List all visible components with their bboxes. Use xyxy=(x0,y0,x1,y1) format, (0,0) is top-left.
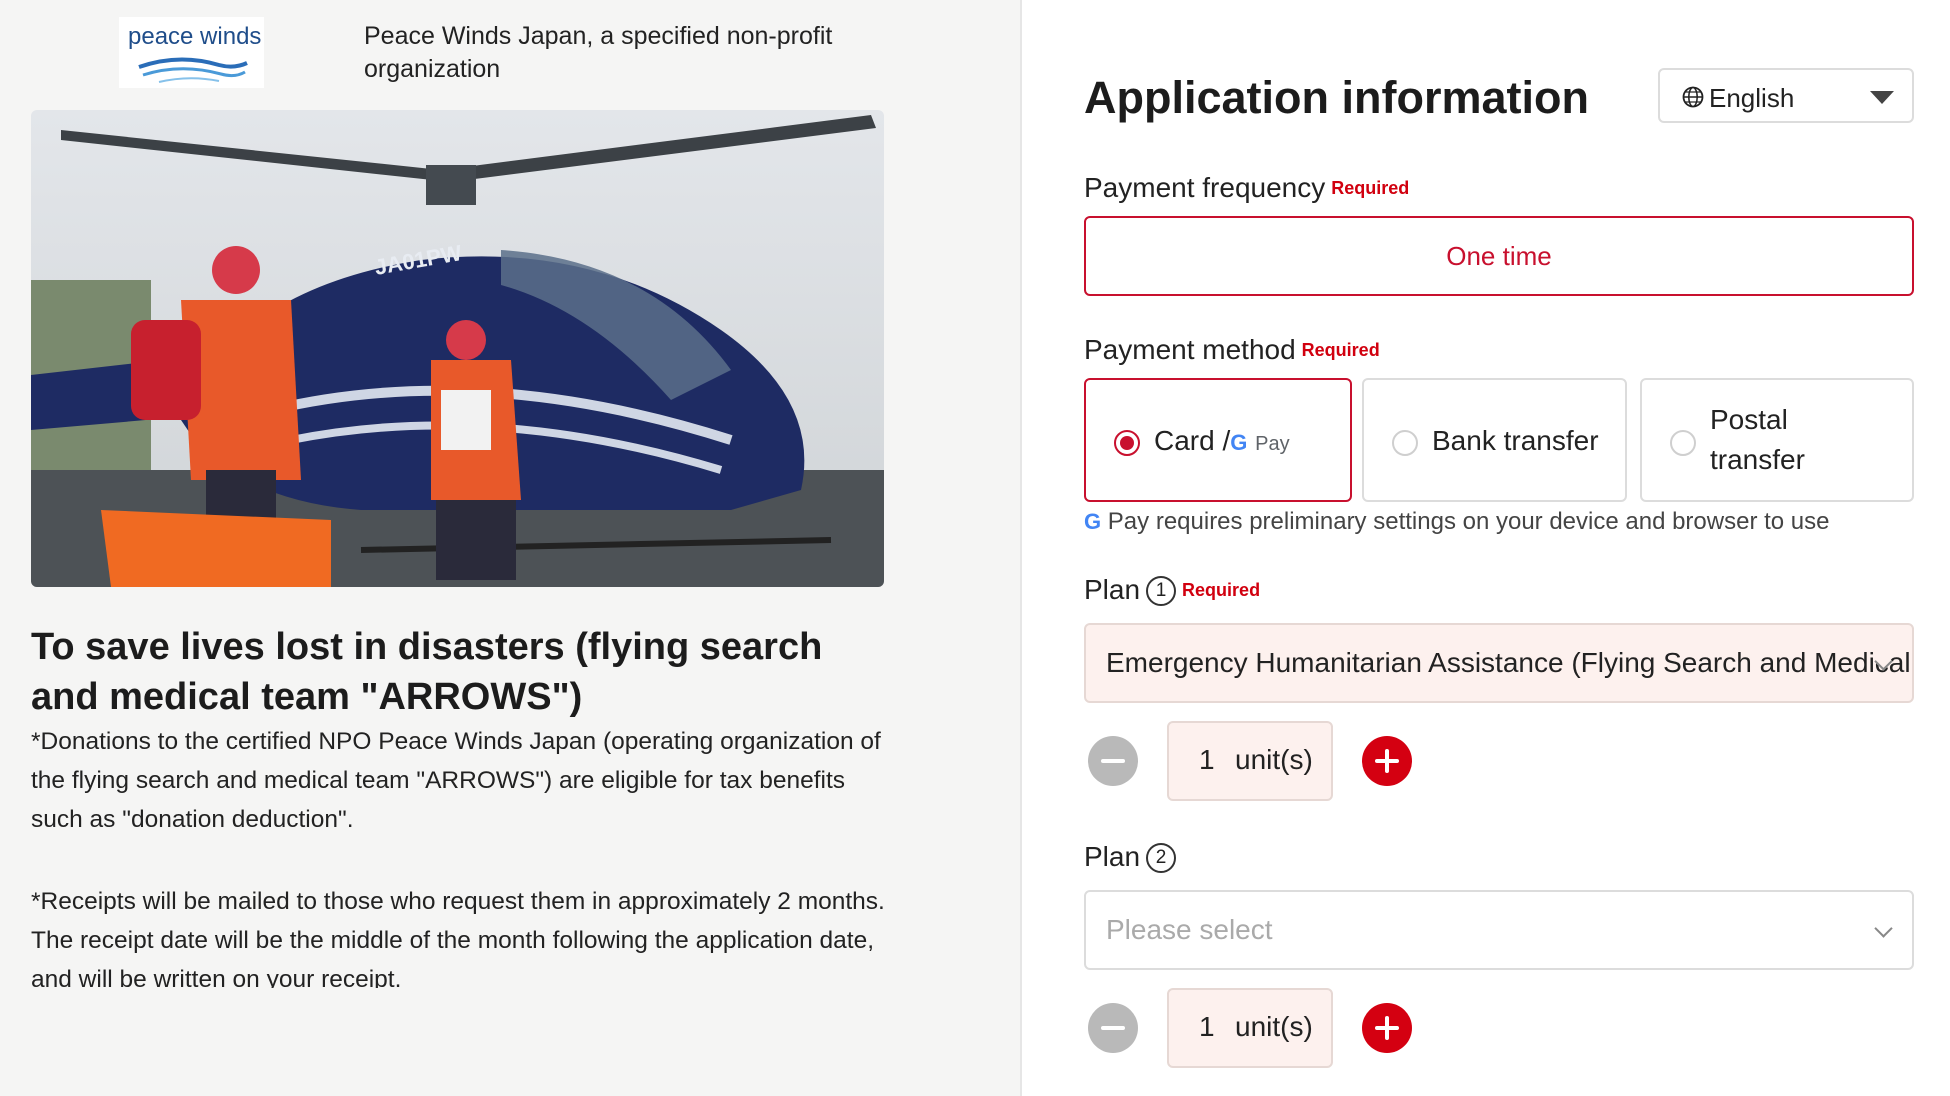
plan-1-quantity-input[interactable]: 1 unit(s) xyxy=(1167,721,1333,801)
chevron-down-icon xyxy=(1874,919,1893,938)
card-label-text: Card / xyxy=(1154,425,1231,456)
plan-1-increase-button[interactable] xyxy=(1362,736,1412,786)
payment-frequency-label: Payment frequency Required xyxy=(1084,172,1409,204)
payment-method-label-text: Payment method xyxy=(1084,334,1296,365)
peace-winds-logo: peace winds xyxy=(119,17,264,88)
payment-method-card-label: Card /G Pay xyxy=(1154,421,1290,464)
payment-method-postal-transfer[interactable]: Postal transfer xyxy=(1640,378,1914,502)
gpay-note: G Pay requires preliminary settings on y… xyxy=(1084,508,1829,536)
payment-frequency-label-text: Payment frequency xyxy=(1084,172,1326,203)
logo-waves-icon xyxy=(138,57,248,83)
radio-selected-icon[interactable] xyxy=(1114,430,1140,456)
plan-2-placeholder: Please select xyxy=(1106,914,1273,945)
gpay-note-text: Pay requires preliminary settings on you… xyxy=(1107,508,1830,535)
plan-2-quantity-unit: unit(s) xyxy=(1235,1011,1313,1042)
google-g-icon: G xyxy=(1084,509,1102,534)
payment-method-card[interactable]: Card /G Pay xyxy=(1084,378,1352,502)
plan-1-label: Plan 1 Required xyxy=(1084,574,1260,606)
plan-2-select[interactable]: Please select xyxy=(1084,890,1914,970)
org-name: Peace Winds Japan, a specified non-profi… xyxy=(364,22,833,83)
language-select[interactable]: English xyxy=(1658,68,1914,123)
language-label: English xyxy=(1709,83,1795,113)
plan-1-number: 1 xyxy=(1146,576,1177,606)
campaign-description-tax: *Donations to the certified NPO Peace Wi… xyxy=(31,728,881,833)
required-badge: Required xyxy=(1331,178,1410,198)
gpay-label: Pay xyxy=(1255,433,1290,455)
plan-2-number: 2 xyxy=(1146,843,1177,873)
plan-2-label: Plan 2 xyxy=(1084,841,1177,873)
globe-icon xyxy=(1682,86,1704,108)
plan-2-quantity-value: 1 xyxy=(1199,1011,1215,1042)
plan-2-increase-button[interactable] xyxy=(1362,1003,1412,1053)
google-g-icon: G xyxy=(1230,430,1248,455)
radio-unselected-icon[interactable] xyxy=(1392,430,1418,456)
plan-1-label-text: Plan xyxy=(1084,574,1141,605)
caret-down-icon xyxy=(1870,91,1894,104)
required-badge: Required xyxy=(1182,580,1261,600)
plan-1-decrease-button[interactable] xyxy=(1088,736,1138,786)
payment-frequency-one-time[interactable]: One time xyxy=(1084,216,1914,296)
plan-2-label-text: Plan xyxy=(1084,841,1141,872)
campaign-panel: peace winds Peace Winds Japan, a specifi… xyxy=(0,0,1022,1096)
application-form: Application information English Payment … xyxy=(1022,0,1950,1096)
plan-1-quantity-unit: unit(s) xyxy=(1235,744,1313,775)
page-title: Application information xyxy=(1084,72,1589,123)
campaign-description-receipts: *Receipts will be mailed to those who re… xyxy=(31,888,885,988)
radio-unselected-icon[interactable] xyxy=(1670,430,1696,456)
required-badge: Required xyxy=(1301,340,1380,360)
plan-2-decrease-button[interactable] xyxy=(1088,1003,1138,1053)
payment-method-bank-transfer[interactable]: Bank transfer xyxy=(1362,378,1627,502)
payment-method-label: Payment method Required xyxy=(1084,334,1380,366)
campaign-hero-image: JA01PW xyxy=(31,110,884,587)
postal-transfer-label: Postal transfer xyxy=(1710,404,1805,475)
plan-2-quantity-input[interactable]: 1 unit(s) xyxy=(1167,988,1333,1068)
plan-1-quantity-value: 1 xyxy=(1199,744,1215,775)
campaign-title: To save lives lost in disasters (flying … xyxy=(31,626,823,718)
bank-transfer-label: Bank transfer xyxy=(1432,425,1599,456)
plan-1-select[interactable]: Emergency Humanitarian Assistance (Flyin… xyxy=(1084,623,1914,703)
plan-1-value: Emergency Humanitarian Assistance (Flyin… xyxy=(1106,647,1911,678)
